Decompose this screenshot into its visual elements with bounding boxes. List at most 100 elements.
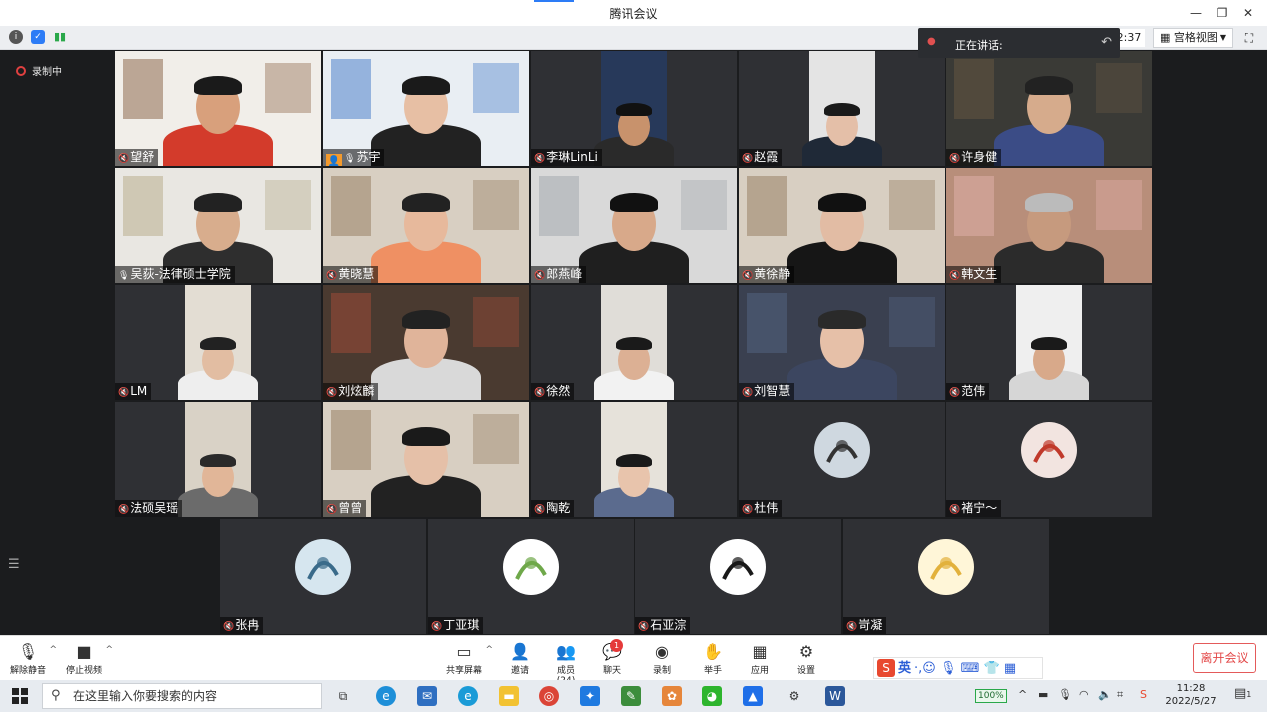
window-title: 腾讯会议: [609, 7, 658, 21]
chevron-up-icon[interactable]: ^: [485, 645, 493, 655]
wifi-icon[interactable]: ◠: [1079, 688, 1089, 701]
ie-icon[interactable]: e: [458, 686, 478, 706]
members-icon: 👥: [556, 642, 576, 661]
restore-icon[interactable]: ❐: [1209, 3, 1235, 23]
participant-name: 褚宁～: [961, 501, 998, 515]
participant-tile[interactable]: 🔇韩文生: [946, 168, 1152, 283]
avatar: [503, 539, 559, 595]
chevron-up-icon[interactable]: ^: [49, 645, 57, 655]
participant-tile[interactable]: 🔇望舒: [115, 51, 321, 166]
chevron-up-icon[interactable]: ^: [105, 645, 113, 655]
participant-tile[interactable]: 🔇徐然: [531, 285, 737, 400]
avatar: [918, 539, 974, 595]
paint-icon[interactable]: ✿: [662, 686, 682, 706]
editor-icon[interactable]: ✎: [621, 686, 641, 706]
tencent-meeting-icon[interactable]: ▲: [743, 686, 763, 706]
file-explorer-icon[interactable]: ▬: [499, 686, 519, 706]
share-screen-icon: ▭: [456, 642, 472, 661]
mic-muted-icon: 🔇: [742, 505, 754, 515]
participant-name: 李琳LinLi: [546, 150, 598, 164]
word-icon[interactable]: W: [825, 686, 845, 706]
title-accent: [534, 0, 574, 2]
taskbar-search-input[interactable]: ⚲ 在这里输入你要搜索的内容: [42, 683, 322, 709]
minimize-icon[interactable]: —: [1183, 3, 1209, 23]
mail-icon[interactable]: ✉: [417, 686, 437, 706]
task-view-icon[interactable]: ⧉: [333, 686, 353, 706]
participant-tile[interactable]: 🔇黄晓慧: [323, 168, 529, 283]
tray-chevron-icon[interactable]: ^: [1018, 688, 1027, 701]
invite-label: 邀请: [510, 666, 529, 676]
volume-icon[interactable]: 🔈: [1098, 688, 1112, 701]
participant-tile[interactable]: 🎙吴荻-法律硕士学院: [115, 168, 321, 283]
participant-tile[interactable]: 🔇石亚淙: [635, 519, 841, 634]
keyboard-icon[interactable]: ▬: [1038, 688, 1048, 701]
participant-tile[interactable]: 🔇岢凝: [843, 519, 1049, 634]
avatar: [814, 422, 870, 478]
participant-tile[interactable]: 🔇丁亚琪: [428, 519, 634, 634]
participant-tile[interactable]: 🔇许身健: [946, 51, 1152, 166]
mic-tray-icon[interactable]: 🎙: [1058, 688, 1072, 701]
list-icon[interactable]: ☰: [8, 557, 20, 572]
signal-icon[interactable]: ▮▮: [53, 30, 67, 44]
raise-hand-button[interactable]: ✋ 举手: [703, 641, 723, 676]
participant-tile[interactable]: 🔇刘炫麟: [323, 285, 529, 400]
battery-indicator[interactable]: 100%: [975, 688, 1007, 703]
close-icon[interactable]: ✕: [1235, 3, 1261, 23]
windows-start-icon[interactable]: [12, 688, 28, 704]
participant-name: 陶乾: [546, 501, 571, 515]
participant-name-bar: 🔇徐然: [531, 383, 575, 400]
invite-button[interactable]: 👤 邀请: [508, 641, 532, 676]
avatar-image-icon: [515, 557, 547, 580]
participant-tile[interactable]: 🔇黄徐静: [739, 168, 945, 283]
settings-button[interactable]: ⚙ 设置: [796, 641, 816, 676]
sogou-tray-icon[interactable]: S: [1140, 688, 1147, 701]
ime-tools-icon: ·,☺ 🎙 ⌨ 👕 ▦: [914, 661, 1017, 676]
ime-toolbar[interactable]: S 英 ·,☺ 🎙 ⌨ 👕 ▦: [873, 657, 1043, 679]
participant-tile[interactable]: 🔇郎燕峰: [531, 168, 737, 283]
participant-tile[interactable]: 🔇张冉: [220, 519, 426, 634]
record-icon: ◉: [655, 642, 669, 661]
dingtalk-icon[interactable]: ✦: [580, 686, 600, 706]
edge-icon[interactable]: e: [376, 686, 396, 706]
participant-tile[interactable]: 🔇LM: [115, 285, 321, 400]
leave-meeting-button[interactable]: 离开会议: [1193, 643, 1256, 673]
fullscreen-icon[interactable]: ⛶: [1240, 29, 1258, 47]
settings-gear-icon[interactable]: ⚙: [784, 686, 804, 706]
participant-tile[interactable]: 🔇法硕吴瑶: [115, 402, 321, 517]
shield-icon[interactable]: ✓: [31, 30, 45, 44]
participant-tile[interactable]: 🔇刘智慧: [739, 285, 945, 400]
wechat-icon[interactable]: ◕: [702, 686, 722, 706]
participant-name-bar: 🔇范伟: [946, 383, 990, 400]
mic-muted-icon: 🔇: [326, 388, 338, 398]
avatar-image-icon: [722, 557, 754, 580]
mic-muted-icon: 🔇: [326, 505, 338, 515]
participant-name: 杜伟: [754, 501, 779, 515]
taskbar-clock[interactable]: 11:28 2022/5/27: [1165, 682, 1217, 708]
notification-icon[interactable]: ▤1: [1234, 686, 1251, 701]
info-icon[interactable]: i: [9, 30, 23, 44]
record-button[interactable]: ◉ 录制: [652, 641, 672, 676]
participant-tile[interactable]: 🔇陶乾: [531, 402, 737, 517]
participant-tile[interactable]: 👤 🎙苏宇: [323, 51, 529, 166]
collapse-icon[interactable]: ↶: [1101, 35, 1112, 50]
grid-view-label: 宫格视图: [1173, 31, 1218, 44]
chrome-icon[interactable]: ◎: [539, 686, 559, 706]
meeting-window: 腾讯会议 — ❐ ✕ i ✓ ▮▮ 2:37 ▦ 宫格视图 ▼ ⛶ ● 正在讲话:…: [0, 0, 1267, 712]
participant-tile[interactable]: 🔇李琳LinLi: [531, 51, 737, 166]
participant-tile[interactable]: 🔇范伟: [946, 285, 1152, 400]
participant-tile[interactable]: 🔇赵霞: [739, 51, 945, 166]
share-screen-button[interactable]: ▭ 共享屏幕 ^: [446, 641, 493, 676]
stop-video-button[interactable]: ■ 停止视频 ^: [66, 641, 113, 676]
apps-button[interactable]: ▦ 应用: [750, 641, 770, 676]
participant-name-bar: 🎙吴荻-法律硕士学院: [115, 266, 235, 283]
participant-name-bar: 🔇石亚淙: [635, 617, 691, 634]
participant-name: 郎燕峰: [546, 267, 583, 281]
mic-muted-icon: 🔇: [846, 622, 858, 632]
network-icon[interactable]: ⌗: [1117, 688, 1123, 702]
participant-tile[interactable]: 🔇曾曾: [323, 402, 529, 517]
participant-name: 黄徐静: [754, 267, 791, 281]
participant-tile[interactable]: 🔇杜伟: [739, 402, 945, 517]
grid-view-button[interactable]: ▦ 宫格视图 ▼: [1153, 28, 1233, 48]
participant-tile[interactable]: 🔇褚宁～: [946, 402, 1152, 517]
unmute-button[interactable]: 🎙 解除静音 ^: [10, 641, 57, 676]
